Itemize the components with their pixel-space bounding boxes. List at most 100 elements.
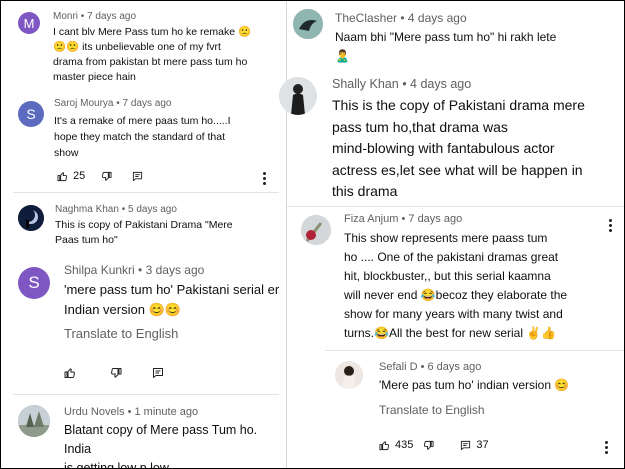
comment-line: hit, blockbuster,, but this serial kaamn… (344, 269, 551, 283)
comment-line: It's a remake of mere paas tum ho.....I (54, 115, 231, 127)
author-name[interactable]: Saroj Mourya (54, 98, 113, 109)
thumbs-up-icon (57, 171, 68, 181)
reply-icon[interactable] (132, 171, 143, 182)
comment-text: This is copy of Pakistani Drama "Mere Pa… (55, 218, 280, 248)
more-options-icon[interactable] (605, 441, 609, 456)
comment-line: 'Mere pas tum ho' indian version 😊 (379, 378, 570, 392)
avatar[interactable] (335, 361, 363, 389)
comment-line: Blatant copy of Mere pass Tum ho. India (64, 423, 258, 456)
comment-line: show for many years with many twist and (344, 307, 563, 321)
comment-meta: Fiza Anjum • 7 days ago (344, 213, 463, 225)
comment-text: Naam bhi "Mere pass tum ho" hi rakh lete… (335, 28, 620, 66)
comment-line: This is copy of Pakistani Drama "Mere (55, 219, 233, 231)
avatar[interactable] (18, 405, 50, 437)
timestamp[interactable]: 1 minute ago (135, 406, 199, 418)
comment-shally-khan: Shally Khan • 4 days ago This is the cop… (279, 73, 624, 205)
comment-line: drama from pakistan bt mere pass tum ho (53, 56, 248, 68)
thumbs-down-icon[interactable] (423, 440, 434, 451)
divider (13, 394, 279, 395)
timestamp[interactable]: 4 days ago (408, 11, 467, 25)
comment-fiza-anjum: Fiza Anjum • 7 days ago This show repres… (287, 209, 624, 347)
like-count: 25 (73, 170, 86, 182)
comment-text: 'mere pass tum ho' Pakistani serial er I… (64, 280, 284, 320)
avatar[interactable] (18, 205, 44, 231)
author-name[interactable]: Urdu Novels (64, 406, 125, 418)
author-name[interactable]: Fiza Anjum (344, 213, 398, 225)
comment-meta: Sefali D • 6 days ago (379, 361, 482, 373)
timestamp[interactable]: 6 days ago (428, 361, 482, 373)
avatar-letter: S (26, 106, 36, 122)
comment-meta: Naghma Khan • 5 days ago (55, 204, 177, 215)
comment-line: show (54, 147, 79, 159)
right-comments-column: TheClasher • 4 days ago Naam bhi "Mere p… (279, 1, 624, 468)
author-name[interactable]: Shally Khan (332, 77, 399, 91)
comment-line: ho .... One of the pakistani dramas grea… (344, 250, 559, 264)
comment-line: Indian version 😊😊 (64, 302, 181, 317)
comment-sefali-d: Sefali D • 6 days ago 'Mere pas tum ho' … (287, 354, 624, 468)
comment-line: This is the copy of Pakistani drama mere (332, 97, 585, 113)
timestamp[interactable]: 5 days ago (128, 204, 177, 215)
thumbs-up-icon (379, 440, 390, 450)
comment-actions: 435 37 (379, 439, 489, 451)
more-options-icon[interactable] (609, 219, 613, 234)
thumbs-up-icon[interactable] (64, 367, 76, 379)
comment-urdu-novels: Urdu Novels • 1 minute ago Blatant copy … (1, 399, 286, 468)
reply-icon[interactable] (152, 367, 164, 379)
comment-text: 'Mere pas tum ho' indian version 😊 (379, 376, 619, 394)
comment-line: pass tum ho,that drama was (332, 118, 508, 135)
like-count: 435 (395, 439, 414, 451)
like-button[interactable]: 435 (379, 439, 413, 451)
author-name[interactable]: TheClasher (335, 11, 397, 25)
comment-line: hope they match the standard of that (54, 131, 226, 143)
comment-line: I cant blv Mere Pass tum ho ke remake 🙁 (53, 26, 252, 38)
comment-line: mind-blowing with fantabulous actor (332, 140, 555, 156)
comment-line: This show represents mere paass tum (344, 231, 548, 245)
reply-icon (461, 440, 471, 450)
comment-meta: Shally Khan • 4 days ago (332, 77, 472, 91)
comment-naghma-khan: Naghma Khan • 5 days ago This is copy of… (1, 197, 286, 255)
timestamp[interactable]: 4 days ago (410, 77, 471, 91)
bird-silhouette-icon (293, 9, 323, 39)
thumbs-down-icon[interactable] (101, 171, 112, 182)
comment-meta: TheClasher • 4 days ago (335, 11, 467, 25)
tree-landscape-icon (18, 405, 50, 437)
comment-theclasher: TheClasher • 4 days ago Naam bhi "Mere p… (287, 1, 624, 71)
avatar[interactable] (301, 215, 331, 245)
comment-meta: Monri • 7 days ago (53, 11, 137, 22)
timestamp[interactable]: 7 days ago (123, 98, 172, 109)
avatar[interactable]: S (18, 101, 44, 127)
comment-meta: Saroj Mourya • 7 days ago (54, 98, 172, 109)
avatar[interactable]: S (18, 267, 50, 299)
timestamp[interactable]: 7 days ago (408, 213, 462, 225)
translate-link[interactable]: Translate to English (379, 403, 485, 417)
comment-line: actress es,let see what will be happen i… (332, 161, 583, 178)
reply-count: 37 (476, 439, 489, 451)
comment-text: This is the copy of Pakistani drama mere… (332, 95, 622, 203)
comment-monri: M Monri • 7 days ago I cant blv Mere Pas… (1, 1, 286, 91)
comment-line: Naam bhi "Mere pass tum ho" hi rakh lete (335, 30, 557, 44)
comment-line: 🙁🙁 its unbelievable one of my fvrt (53, 41, 221, 53)
avatar[interactable] (293, 9, 323, 39)
comments-screenshot-collage: M Monri • 7 days ago I cant blv Mere Pas… (0, 0, 625, 469)
timestamp[interactable]: 7 days ago (87, 11, 136, 22)
author-name[interactable]: Shilpa Kunkri (64, 263, 135, 277)
avatar[interactable]: M (18, 12, 40, 34)
flower-photo-icon (301, 215, 331, 245)
thumbs-down-icon[interactable] (110, 367, 122, 379)
author-name[interactable]: Naghma Khan (55, 204, 119, 215)
author-name[interactable]: Sefali D (379, 361, 418, 373)
comment-line: is getting low n low (64, 461, 169, 469)
avatar-letter: M (23, 15, 35, 31)
moon-silhouette-icon (18, 205, 44, 231)
comment-saroj-mourya: S Saroj Mourya • 7 days ago It's a remak… (1, 93, 286, 188)
like-button[interactable]: 25 (57, 170, 85, 182)
more-options-icon[interactable] (263, 172, 267, 187)
author-name[interactable]: Monri (53, 11, 78, 22)
translate-link[interactable]: Translate to English (64, 326, 178, 341)
comment-actions: 25 (57, 170, 143, 182)
avatar[interactable] (279, 77, 317, 115)
replies-button[interactable]: 37 (460, 439, 489, 451)
timestamp[interactable]: 3 days ago (146, 263, 205, 277)
divider (13, 192, 279, 193)
comment-line: turns.😂All the best for new serial ✌️👍 (344, 326, 557, 340)
